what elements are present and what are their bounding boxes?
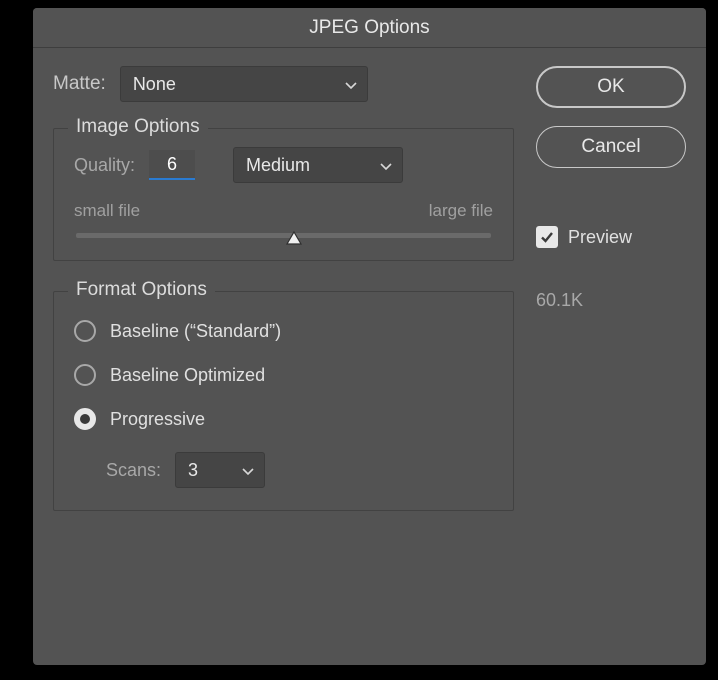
dialog-content: Matte: None Image Options Quality: Mediu… [33,48,706,531]
ok-button[interactable]: OK [536,66,686,108]
right-column: OK Cancel Preview 60.1K [536,66,686,511]
slider-labels: small file large file [74,201,493,221]
left-column: Matte: None Image Options Quality: Mediu… [53,66,514,511]
radio-baseline-optimized[interactable]: Baseline Optimized [74,364,493,386]
preview-label: Preview [568,227,632,248]
dialog-title: JPEG Options [33,8,706,48]
scans-select[interactable]: 3 [175,452,265,488]
chevron-down-icon [242,460,254,481]
matte-row: Matte: None [53,66,514,102]
scans-label: Scans: [106,460,161,481]
image-options-fieldset: Image Options Quality: Medium small file [53,128,514,261]
quality-input[interactable] [149,150,195,180]
scans-value: 3 [188,460,198,481]
quality-slider[interactable]: small file large file [74,201,493,238]
radio-icon [74,320,96,342]
radio-baseline-standard[interactable]: Baseline (“Standard”) [74,320,493,342]
slider-track[interactable] [76,233,491,238]
radio-label: Baseline Optimized [110,365,265,386]
format-options-fieldset: Format Options Baseline (“Standard”) Bas… [53,291,514,511]
radio-progressive[interactable]: Progressive [74,408,493,430]
quality-label: Quality: [74,155,135,176]
slider-min-label: small file [74,201,140,221]
quality-row: Quality: Medium [74,147,493,183]
scans-row: Scans: 3 [74,452,493,488]
chevron-down-icon [380,155,392,176]
radio-icon [74,408,96,430]
filesize-label: 60.1K [536,290,686,311]
preview-checkbox[interactable] [536,226,558,248]
radio-label: Progressive [110,409,205,430]
quality-preset-value: Medium [246,155,310,176]
matte-select[interactable]: None [120,66,368,102]
preview-checkbox-row[interactable]: Preview [536,226,686,248]
check-icon [539,229,555,245]
chevron-down-icon [345,74,357,95]
image-options-legend: Image Options [68,116,208,138]
slider-max-label: large file [429,201,493,221]
format-options-legend: Format Options [68,279,215,301]
cancel-button[interactable]: Cancel [536,126,686,168]
matte-value: None [133,74,176,95]
matte-label: Matte: [53,73,106,95]
format-radio-group: Baseline (“Standard”) Baseline Optimized… [74,320,493,430]
jpeg-options-dialog: JPEG Options Matte: None Image Options Q… [33,8,706,665]
quality-preset-select[interactable]: Medium [233,147,403,183]
radio-label: Baseline (“Standard”) [110,321,281,342]
radio-icon [74,364,96,386]
